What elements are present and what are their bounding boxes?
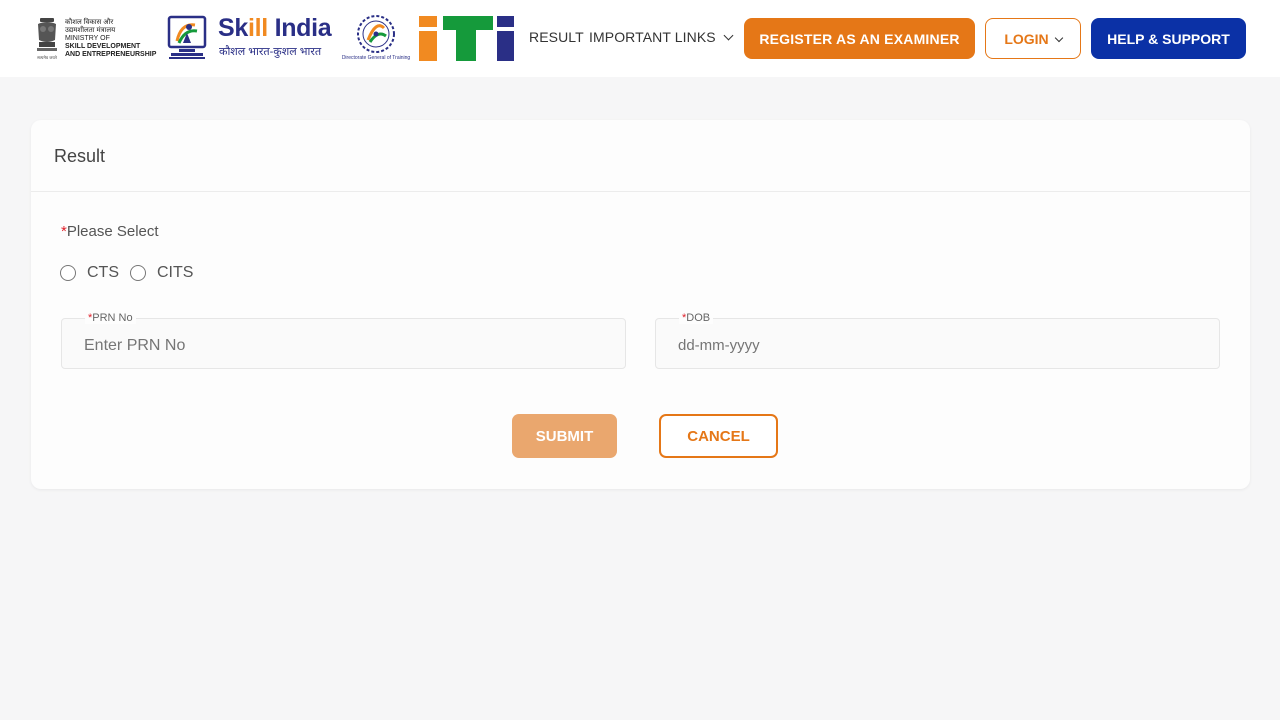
skill-india-subtitle: कौशल भारत-कुशल भारत [219,46,322,58]
skill-india-title-part-3: India [267,14,332,42]
iti-logo-icon[interactable] [418,15,514,61]
chevron-down-icon [1054,33,1063,42]
skill-india-title-part-1: Sk [218,14,248,42]
nav-result-link[interactable]: RESULT [529,29,584,45]
nav-important-links-label: IMPORTANT LINKS [589,29,716,45]
login-dropdown-button[interactable]: LOGIN [985,18,1081,59]
radio-cts-label: CTS [87,264,119,281]
cancel-button[interactable]: CANCEL [659,414,778,458]
radio-cts-circle[interactable] [60,265,76,281]
help-support-button[interactable]: HELP & SUPPORT [1091,18,1246,59]
dob-field-label: *DOB [679,312,714,324]
ministry-line-4: SKILL DEVELOPMENT [65,43,141,50]
chevron-down-icon [723,30,734,41]
national-emblem-icon: सत्यमेव जयते [37,18,58,60]
ministry-line-3: MINISTRY OF [65,35,110,42]
result-card: Result *Please Select CTS CITS *PRN No *… [31,120,1250,489]
svg-text:सत्यमेव जयते: सत्यमेव जयते [37,55,57,60]
dgt-logo[interactable]: Directorate General of Training [340,14,412,62]
prn-field-label: *PRN No [85,312,136,324]
nav-important-links-dropdown[interactable]: IMPORTANT LINKS [589,29,734,45]
radio-cits-label: CITS [157,264,194,281]
skill-india-logo[interactable]: Skill India कौशल भारत-कुशल भारत [218,14,334,60]
top-header: सत्यमेव जयते कौशल विकास और उद्यमशीलता मं… [0,0,1280,77]
computer-training-logo-icon[interactable] [167,15,207,60]
ministry-logo-text: कौशल विकास और उद्यमशीलता मंत्रालय MINIST… [65,19,156,59]
page-title: Result [54,146,106,166]
login-label: LOGIN [1004,30,1049,47]
ministry-logo[interactable]: सत्यमेव जयते कौशल विकास और उद्यमशीलता मं… [34,16,160,62]
ministry-line-5: AND ENTREPRENEURSHIP [65,51,157,58]
dgt-caption: Directorate General of Training [341,55,411,61]
dob-label-text: DOB [686,312,711,324]
skill-india-title-part-2: ill [247,14,268,42]
register-examiner-button[interactable]: REGISTER AS AN EXAMINER [744,18,975,59]
ministry-line-2: उद्यमशीलता मंत्रालय [65,27,116,34]
prn-field[interactable]: *PRN No [61,312,626,369]
dgt-chakra-icon [357,15,395,53]
skill-india-title: Skill India [218,14,332,43]
ministry-line-1: कौशल विकास और [65,19,114,26]
radio-cits-circle[interactable] [130,265,146,281]
prn-input[interactable] [84,337,584,355]
please-select-label: *Please Select [61,223,159,240]
dob-field[interactable]: *DOB [655,312,1220,369]
dob-input[interactable] [678,337,1178,354]
please-select-text: Please Select [66,223,159,240]
submit-button[interactable]: SUBMIT [512,414,617,458]
card-header: Result [31,120,1250,192]
prn-label-text: PRN No [92,312,133,324]
